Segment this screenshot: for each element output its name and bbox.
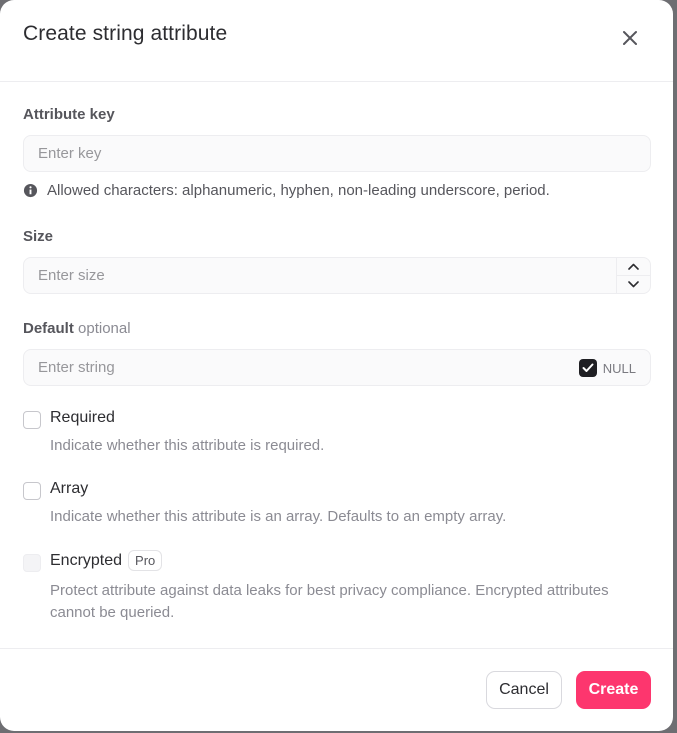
attribute-key-input[interactable] bbox=[24, 136, 650, 171]
checkmark-icon bbox=[582, 363, 594, 372]
size-stepper bbox=[616, 258, 650, 293]
create-attribute-modal: Create string attribute Attribute key Al… bbox=[0, 0, 673, 731]
size-label: Size bbox=[23, 228, 54, 245]
encrypted-label: Encrypted bbox=[50, 551, 123, 569]
null-label: NULL bbox=[602, 360, 636, 376]
hint-text: Allowed characters: alphanumeric, hyphen… bbox=[47, 182, 550, 199]
close-button[interactable] bbox=[618, 26, 642, 50]
attribute-key-label: Attribute key bbox=[23, 106, 115, 123]
null-toggle: NULL bbox=[578, 359, 636, 377]
close-icon bbox=[623, 31, 637, 45]
backdrop-edge bbox=[673, 0, 677, 733]
chevron-up-icon bbox=[628, 263, 639, 270]
info-icon bbox=[23, 183, 38, 198]
encrypted-checkbox bbox=[23, 554, 41, 572]
increment-button[interactable] bbox=[617, 258, 650, 275]
null-checkbox[interactable] bbox=[578, 359, 597, 377]
pro-badge: Pro bbox=[128, 550, 163, 571]
array-label: Array bbox=[50, 480, 89, 497]
decrement-button[interactable] bbox=[617, 275, 650, 293]
size-input[interactable] bbox=[24, 258, 650, 293]
modal-footer: Cancel Create bbox=[0, 648, 673, 731]
default-label: Default optional bbox=[23, 320, 131, 337]
chevron-down-icon bbox=[628, 281, 639, 288]
required-description: Indicate whether this attribute is requi… bbox=[50, 437, 325, 454]
modal-header: Create string attribute bbox=[0, 0, 673, 82]
cancel-button[interactable]: Cancel bbox=[486, 671, 562, 709]
array-checkbox[interactable] bbox=[23, 482, 41, 500]
modal-title: Create string attribute bbox=[23, 22, 228, 45]
required-label: Required bbox=[50, 409, 115, 426]
required-checkbox[interactable] bbox=[23, 411, 41, 429]
create-button[interactable]: Create bbox=[576, 671, 651, 709]
array-description: Indicate whether this attribute is an ar… bbox=[50, 508, 507, 525]
encrypted-description: Protect attribute against data leaks for… bbox=[50, 582, 609, 621]
default-label-text: Default bbox=[23, 320, 74, 337]
default-input[interactable] bbox=[24, 350, 650, 385]
allowed-characters-hint: Allowed characters: alphanumeric, hyphen… bbox=[23, 182, 550, 199]
default-field: NULL bbox=[23, 349, 651, 386]
attribute-key-field bbox=[23, 135, 651, 172]
optional-tag: optional bbox=[78, 320, 131, 337]
size-field bbox=[23, 257, 651, 294]
encrypted-title: Encrypted Pro bbox=[50, 550, 163, 571]
